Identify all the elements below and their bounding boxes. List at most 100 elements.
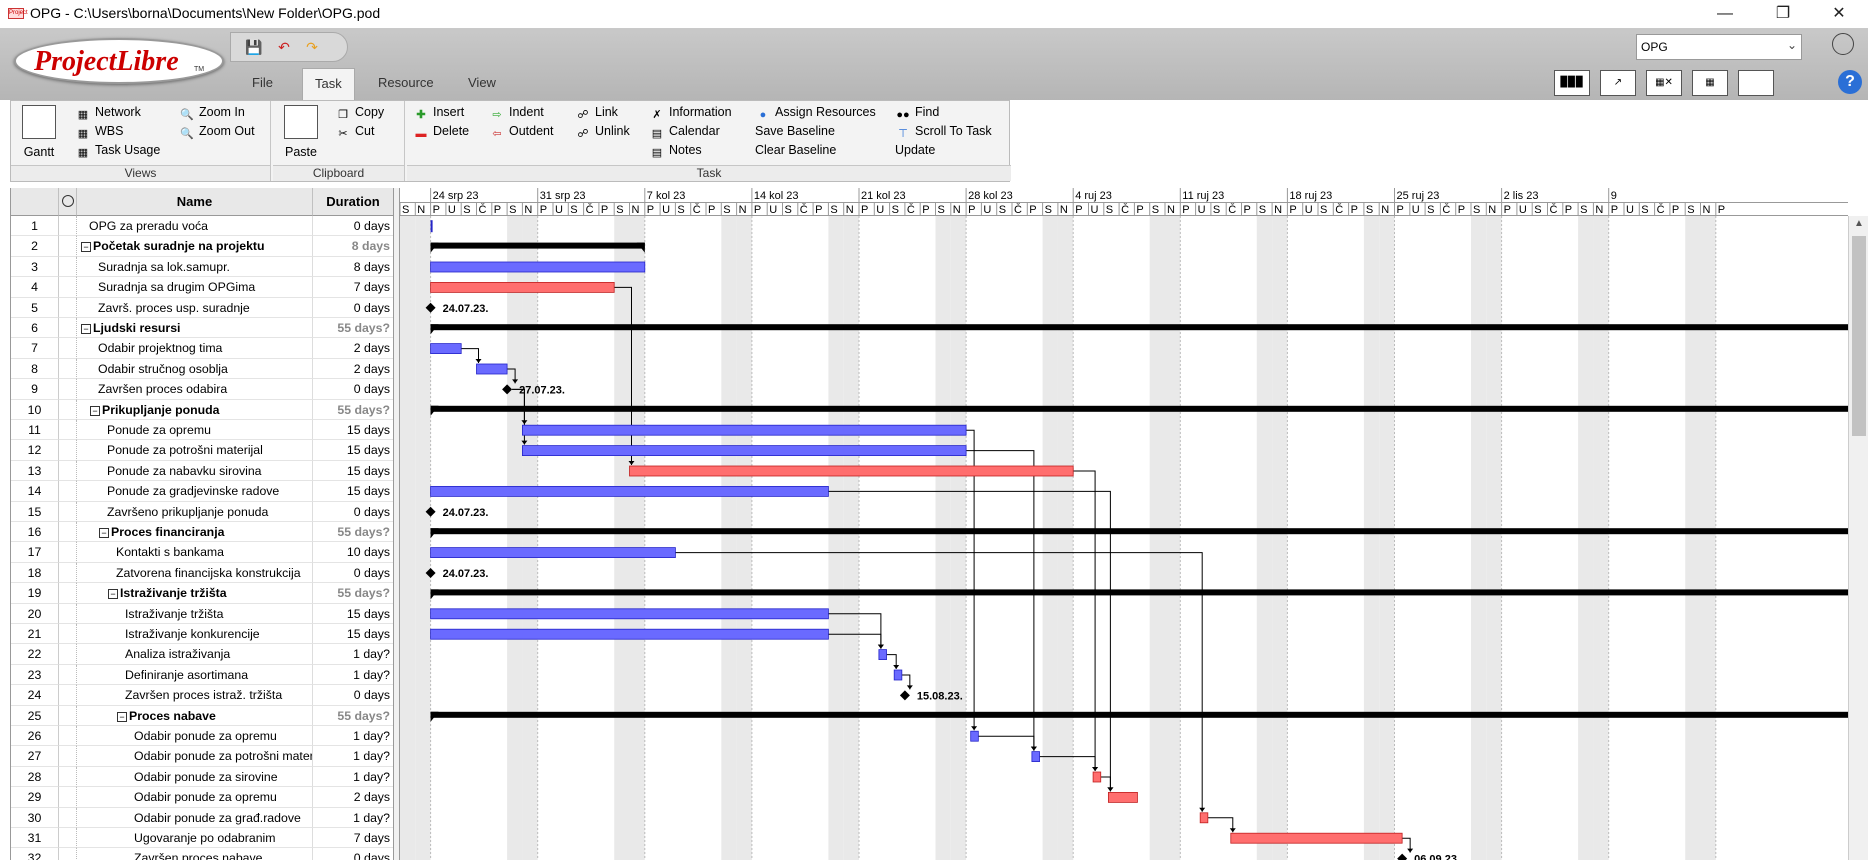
indent-button[interactable]: ⇨ Indent <box>489 103 543 121</box>
row-indicator-cell[interactable] <box>59 420 77 441</box>
row-id-cell[interactable]: 5 <box>11 297 59 318</box>
table-row[interactable]: 11 Ponude za opremu 15 days <box>11 420 393 441</box>
row-id-cell[interactable]: 12 <box>11 440 59 461</box>
vertical-scrollbar[interactable]: ▲ <box>1848 216 1868 860</box>
paste-button[interactable]: Paste <box>279 105 323 159</box>
scroll-up-icon[interactable]: ▲ <box>1854 218 1864 229</box>
row-id-cell[interactable]: 29 <box>11 787 59 808</box>
collapse-toggle-icon[interactable]: − <box>117 711 127 722</box>
table-row[interactable]: 22 Analiza istraživanja 1 day? <box>11 644 393 665</box>
row-indicator-cell[interactable] <box>59 216 77 237</box>
duration-column-header[interactable]: Duration <box>313 188 393 216</box>
collapse-toggle-icon[interactable]: − <box>90 405 100 416</box>
redo-icon[interactable]: ↷ <box>303 38 321 56</box>
row-name-cell[interactable]: − Proces financiranja <box>77 522 313 543</box>
row-indicator-cell[interactable] <box>59 399 77 420</box>
row-id-cell[interactable]: 14 <box>11 481 59 502</box>
row-id-cell[interactable]: 4 <box>11 277 59 298</box>
id-column-header[interactable] <box>11 188 59 216</box>
row-duration-cell[interactable]: 55 days? <box>313 318 393 339</box>
row-id-cell[interactable]: 10 <box>11 399 59 420</box>
row-indicator-cell[interactable] <box>59 522 77 543</box>
row-duration-cell[interactable]: 15 days <box>313 481 393 502</box>
row-name-cell[interactable]: Odabir ponude za sirovine <box>77 766 313 788</box>
row-id-cell[interactable]: 8 <box>11 358 59 380</box>
row-duration-cell[interactable]: 0 days <box>313 685 393 706</box>
find-button[interactable]: ●● Find <box>895 103 939 121</box>
table-row[interactable]: 23 Definiranje asortimana 1 day? <box>11 664 393 686</box>
close-button[interactable]: ✕ <box>1816 2 1862 26</box>
notes-button[interactable]: ▤ Notes <box>649 141 702 159</box>
row-name-cell[interactable]: Odabir ponude za potrošni materijal <box>77 746 313 767</box>
row-duration-cell[interactable]: 8 days <box>313 236 393 257</box>
scroll-to-task-button[interactable]: ⊤ Scroll To Task <box>895 122 991 140</box>
table-row[interactable]: 6− Ljudski resursi 55 days? <box>11 318 393 339</box>
no-sub-view-icon[interactable] <box>1738 70 1774 96</box>
row-id-cell[interactable]: 6 <box>11 318 59 339</box>
indicators-column-header[interactable] <box>59 188 77 216</box>
row-name-cell[interactable]: OPG za preradu voća <box>77 216 313 237</box>
row-indicator-cell[interactable] <box>59 277 77 298</box>
table-row[interactable]: 31 Ugovaranje po odabranim 7 days <box>11 828 393 849</box>
insert-button[interactable]: ✚ Insert <box>413 103 464 121</box>
table-row[interactable]: 5 Završ. proces usp. suradnje 0 days <box>11 297 393 318</box>
table-row[interactable]: 15 Završeno prikupljanje ponuda 0 days <box>11 501 393 522</box>
task-usage-view-icon[interactable]: ▦ <box>1692 70 1728 96</box>
tab-file[interactable]: File <box>240 68 285 100</box>
row-duration-cell[interactable]: 15 days <box>313 624 393 645</box>
row-indicator-cell[interactable] <box>59 562 77 584</box>
row-indicator-cell[interactable] <box>59 787 77 808</box>
row-id-cell[interactable]: 26 <box>11 726 59 747</box>
row-id-cell[interactable]: 15 <box>11 501 59 522</box>
row-duration-cell[interactable]: 1 day? <box>313 767 393 788</box>
table-row[interactable]: 27 Odabir ponude za potrošni materijal 1 d… <box>11 746 393 767</box>
table-row[interactable]: 30 Odabir ponude za građ.radove 1 day? <box>11 807 393 828</box>
row-indicator-cell[interactable] <box>59 379 77 400</box>
table-row[interactable]: 28 Odabir ponude za sirovine 1 day? <box>11 766 393 788</box>
row-name-cell[interactable]: Ugovaranje po odabranim <box>77 828 313 849</box>
row-id-cell[interactable]: 1 <box>11 216 59 237</box>
histogram-view-icon[interactable]: ▉▉▉ <box>1554 70 1590 96</box>
row-duration-cell[interactable]: 2 days <box>313 338 393 359</box>
network-button[interactable]: ▦ Network <box>75 103 141 121</box>
row-id-cell[interactable]: 24 <box>11 685 59 706</box>
row-duration-cell[interactable]: 0 days <box>313 848 393 860</box>
table-row[interactable]: 21 Istraživanje konkurencije 15 days <box>11 624 393 645</box>
row-id-cell[interactable]: 21 <box>11 624 59 645</box>
row-indicator-cell[interactable] <box>59 828 77 849</box>
row-duration-cell[interactable]: 0 days <box>313 563 393 584</box>
table-row[interactable]: 12 Ponude za potrošni materijal 15 days <box>11 440 393 461</box>
row-name-cell[interactable]: Ponude za opremu <box>77 420 313 441</box>
row-name-cell[interactable]: − Početak suradnje na projektu <box>77 236 313 257</box>
row-duration-cell[interactable]: 1 day? <box>313 644 393 665</box>
row-id-cell[interactable]: 25 <box>11 705 59 726</box>
row-duration-cell[interactable]: 15 days <box>313 440 393 461</box>
row-duration-cell[interactable]: 0 days <box>313 216 393 237</box>
collapse-toggle-icon[interactable]: − <box>81 324 91 334</box>
row-duration-cell[interactable]: 0 days <box>313 502 393 522</box>
row-id-cell[interactable]: 3 <box>11 256 59 278</box>
collapse-toggle-icon[interactable]: − <box>108 589 118 600</box>
table-row[interactable]: 7 Odabir projektnog tima 2 days <box>11 338 393 359</box>
row-name-cell[interactable]: Ponude za potrošni materijal <box>77 440 313 461</box>
link-button[interactable]: ☍ Link <box>575 103 618 121</box>
row-indicator-cell[interactable] <box>59 256 77 278</box>
name-column-header[interactable]: Name <box>77 188 313 216</box>
row-id-cell[interactable]: 16 <box>11 522 59 543</box>
row-name-cell[interactable]: Zatvorena financijska konstrukcija <box>77 562 313 584</box>
row-duration-cell[interactable]: 1 day? <box>313 808 393 828</box>
table-row[interactable]: 19− Istraživanje tržišta 55 days? <box>11 583 393 604</box>
row-id-cell[interactable]: 11 <box>11 420 59 441</box>
row-duration-cell[interactable]: 10 days <box>313 542 393 563</box>
row-duration-cell[interactable]: 55 days? <box>313 400 393 420</box>
table-row[interactable]: 32 Završen proces nabave 0 days <box>11 848 393 860</box>
zoom-in-button[interactable]: 🔍 Zoom In <box>179 103 245 121</box>
row-name-cell[interactable]: Odabir ponude za opremu <box>77 787 313 808</box>
row-name-cell[interactable]: Završen proces nabave <box>77 848 313 860</box>
collapse-toggle-icon[interactable]: − <box>99 528 109 538</box>
zoom-out-button[interactable]: 🔍 Zoom Out <box>179 122 254 140</box>
assign-resources-button[interactable]: ● Assign Resources <box>755 103 876 121</box>
wbs-button[interactable]: ▦ WBS <box>75 122 124 140</box>
row-duration-cell[interactable]: 1 day? <box>313 726 393 747</box>
table-row[interactable]: 3 Suradnja sa lok.samupr. 8 days <box>11 256 393 278</box>
